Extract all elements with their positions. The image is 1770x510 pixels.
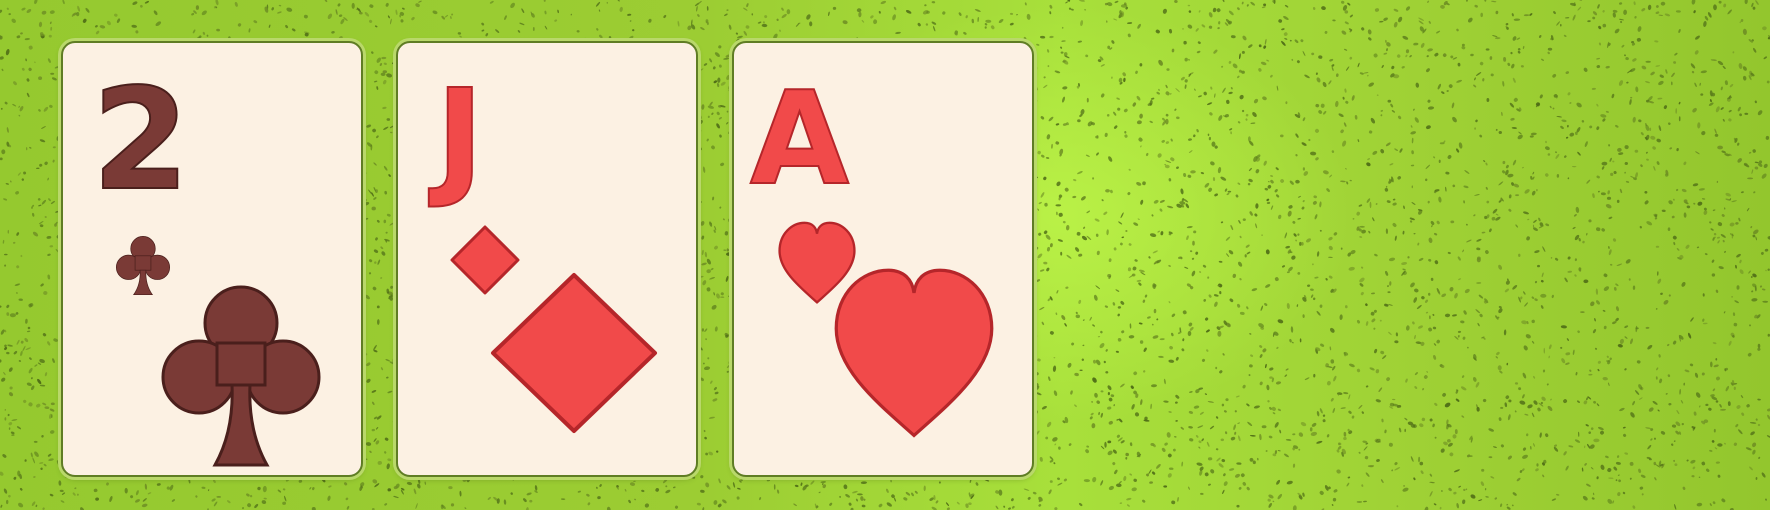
card-face: A <box>749 64 994 438</box>
card-face: J <box>427 62 657 433</box>
club-icon <box>161 285 321 467</box>
diamond-icon <box>491 273 657 433</box>
diamond-icon <box>450 225 520 295</box>
card-rank: J <box>428 63 484 212</box>
playing-card-j-diamonds[interactable]: J <box>396 41 698 477</box>
club-icon <box>115 235 171 296</box>
card-rank: 2 <box>92 59 189 222</box>
playing-card-2-clubs[interactable]: 2 <box>61 41 363 477</box>
playing-card-a-hearts[interactable]: A <box>732 41 1034 477</box>
heart-icon <box>834 268 994 438</box>
card-face: 2 <box>91 58 321 467</box>
heart-icon <box>778 221 856 304</box>
card-rank: A <box>750 65 849 214</box>
